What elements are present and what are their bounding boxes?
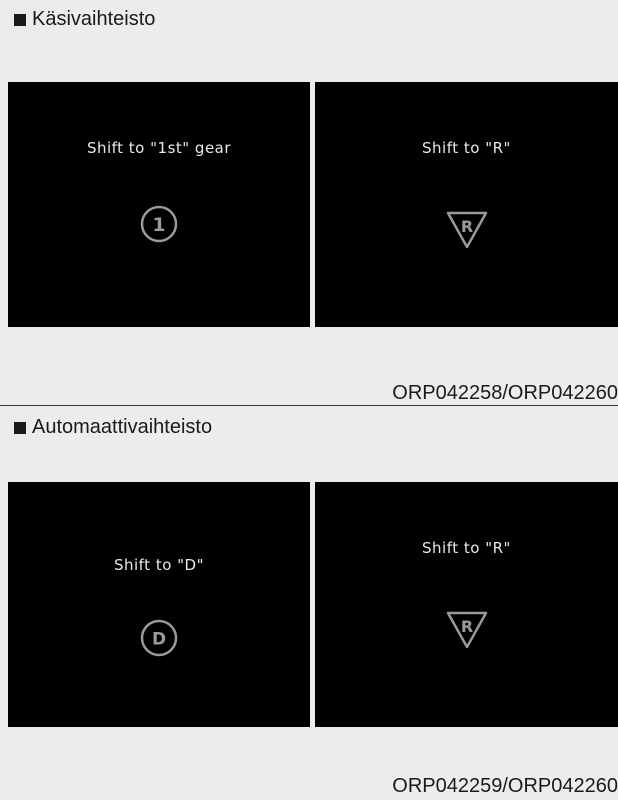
- reverse-triangle-icon: R: [446, 611, 487, 649]
- image-code: ORP042258/ORP042260: [392, 382, 618, 404]
- panel-message: Shift to "1st" gear: [86, 139, 232, 157]
- section-title-text: Automaattivaihteisto: [32, 416, 213, 438]
- divider: [0, 405, 618, 406]
- reverse-triangle-icon: R: [446, 211, 487, 249]
- section-title-text: Käsivaihteisto: [32, 8, 156, 30]
- cluster-panel-shift-d: Shift to "D" D: [8, 482, 310, 727]
- bullet-square-icon: [14, 421, 26, 434]
- section-title-manual: Käsivaihteisto: [14, 8, 155, 31]
- gear-icon-label: 1: [152, 214, 165, 236]
- cluster-panel-shift-r: Shift to "R" R: [315, 482, 618, 727]
- gear-icon-label: D: [152, 630, 166, 650]
- gear-icon-label: R: [460, 217, 472, 236]
- panel-message: Shift to "D": [113, 556, 205, 574]
- cluster-panel-shift-r: Shift to "R" R: [315, 82, 618, 327]
- drive-circle-icon: D: [140, 619, 178, 657]
- gear-1-circle-icon: 1: [140, 205, 178, 243]
- cluster-panel-shift-1st: Shift to "1st" gear 1: [8, 82, 310, 327]
- gear-icon-label: R: [460, 617, 472, 636]
- bullet-square-icon: [14, 13, 26, 26]
- panel-message: Shift to "R": [422, 139, 511, 157]
- image-code: ORP042259/ORP042260: [392, 775, 618, 797]
- panel-message: Shift to "R": [422, 539, 511, 557]
- section-title-automatic: Automaattivaihteisto: [14, 416, 212, 439]
